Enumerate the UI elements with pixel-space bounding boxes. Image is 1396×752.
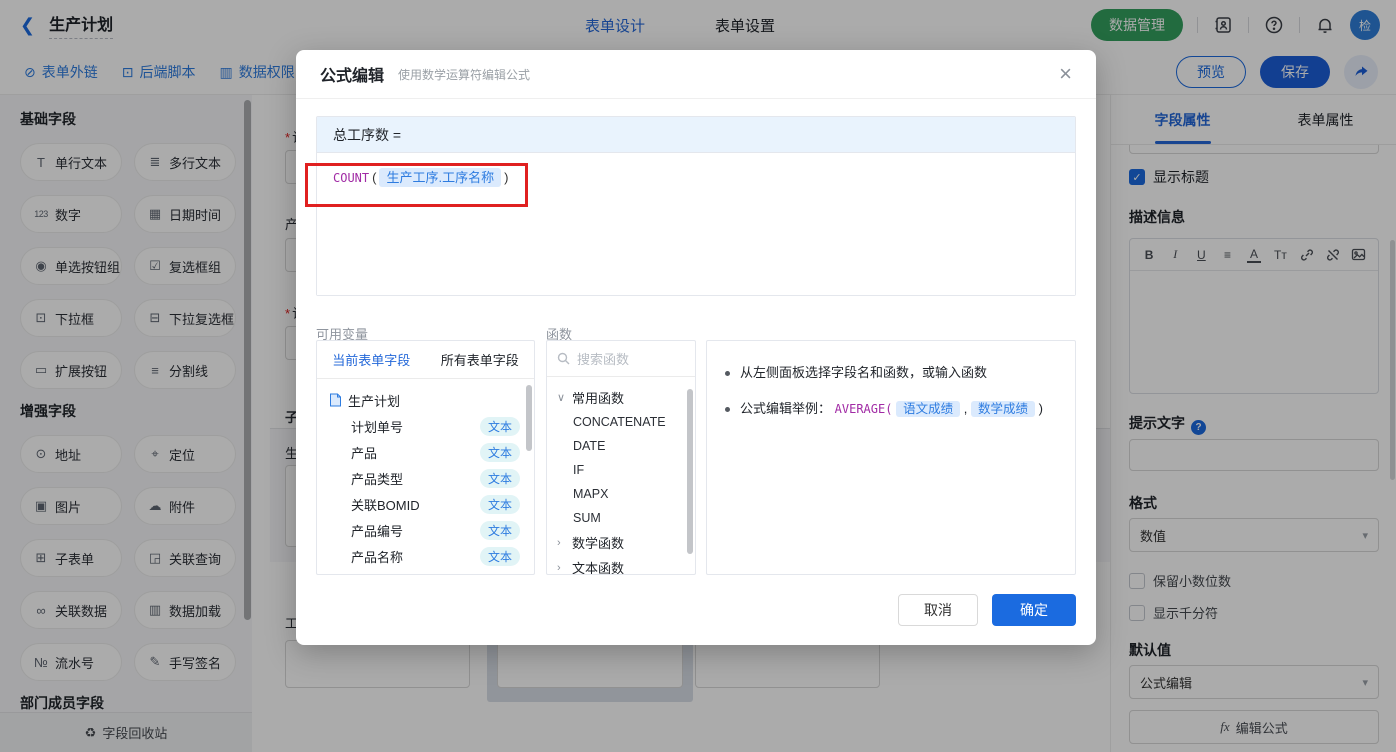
help-line-2: 公式编辑举例： AVERAGE( 语文成绩 , 数学成绩 ) [725,397,1057,421]
function-group-common[interactable]: ∨ 常用函数 [547,385,695,410]
field-type-badge: 文本 [479,520,520,540]
function-item[interactable]: MAPX [547,482,695,506]
variable-field-row[interactable]: 产品类型 文本 [329,465,534,491]
variables-form-root[interactable]: 生产计划 [329,387,534,413]
search-icon [557,352,570,365]
formula-input-area[interactable]: COUNT(生产工序.工序名称) [317,153,1075,295]
app-screen: ❮ 生产计划 表单设计 表单设置 数据管理 检 ⊘ 表单外链 ⊡ 后端脚本 ▥ … [0,0,1396,752]
field-type-badge: 文本 [479,468,520,488]
chevron-collapsed-icon: › [557,536,561,549]
bullet-icon [725,406,730,412]
field-type-badge: 文本 [479,442,520,462]
help-line-1: 从左侧面板选择字段名和函数，或输入函数 [725,361,1057,385]
formula-field-chip[interactable]: 生产工序.工序名称 [379,168,502,187]
variables-field-list: 计划单号 文本 产品 文本 产品类型 文本 关联BOMID 文本 产品编号 文本… [329,413,534,569]
form-file-icon [330,393,341,407]
function-item[interactable]: DATE [547,434,695,458]
formula-help-panel: 从左侧面板选择字段名和函数，或输入函数 公式编辑举例： AVERAGE( 语文成… [706,340,1076,575]
formula-target: 总工序数 = [317,117,1075,153]
variable-field-row[interactable]: 产品编号 文本 [329,517,534,543]
functions-panel: 搜索函数 ∨ 常用函数 CONCATENATE DATE IF MAPX SUM › 数… [546,340,696,575]
example-field-chip: 数学成绩 [970,401,1035,417]
field-type-badge: 文本 [479,494,520,514]
function-item[interactable]: CONCATENATE [547,410,695,434]
modal-footer: 取消 确定 [898,594,1076,626]
formula-editor: 总工序数 = COUNT(生产工序.工序名称) [316,116,1076,296]
function-item[interactable]: SUM [547,506,695,530]
variable-field-row[interactable]: 产品名称 文本 [329,543,534,569]
variables-panel: 当前表单字段 所有表单字段 生产计划 计划单号 文本 产品 文本 产品类型 文本… [316,340,535,575]
bullet-icon [725,370,730,376]
function-group-text[interactable]: › 文本函数 [547,555,695,574]
search-placeholder: 搜索函数 [577,352,630,367]
variable-field-row[interactable]: 计划单号 文本 [329,413,534,439]
example-field-chip: 语文成绩 [896,401,961,417]
field-type-badge: 文本 [479,416,520,436]
function-items: CONCATENATE DATE IF MAPX SUM [547,410,695,530]
function-item[interactable]: IF [547,458,695,482]
modal-header: 公式编辑 使用数学运算符编辑公式 × [296,50,1096,99]
variable-field-row[interactable]: 关联BOMID 文本 [329,491,534,517]
close-icon[interactable]: × [1059,63,1072,85]
function-search[interactable]: 搜索函数 [547,341,695,377]
variables-tabs: 当前表单字段 所有表单字段 [317,341,534,379]
formula-function-token[interactable]: COUNT [333,171,369,185]
chevron-expanded-icon: ∨ [557,392,566,404]
example-function-token: AVERAGE( [834,402,893,416]
modal-subtitle: 使用数学运算符编辑公式 [398,67,531,82]
tab-all-form-fields[interactable]: 所有表单字段 [426,350,535,369]
chevron-collapsed-icon: › [557,561,561,574]
field-type-badge: 文本 [479,546,520,566]
variable-field-row[interactable]: 产品 文本 [329,439,534,465]
confirm-button[interactable]: 确定 [992,594,1076,626]
variables-scrollbar[interactable] [526,385,532,451]
function-group-math[interactable]: › 数学函数 [547,530,695,555]
formula-edit-modal: 公式编辑 使用数学运算符编辑公式 × 总工序数 = COUNT(生产工序.工序名… [296,50,1096,645]
cancel-button[interactable]: 取消 [898,594,978,626]
functions-scrollbar[interactable] [687,389,693,554]
modal-title: 公式编辑 [320,68,385,85]
tab-current-form-fields[interactable]: 当前表单字段 [317,350,426,369]
